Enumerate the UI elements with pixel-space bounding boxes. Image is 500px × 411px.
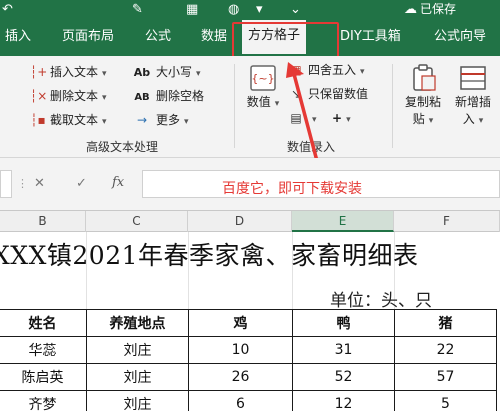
table-cell[interactable]: 10 — [188, 336, 293, 364]
cloud-icon: ☁ — [404, 2, 417, 17]
pin-icon[interactable]: ◍ — [228, 1, 239, 19]
chevron-down-icon: ▾ — [346, 115, 351, 125]
table-cell[interactable]: 华蕊 — [0, 336, 87, 364]
tab-formula-wizard[interactable]: 公式向导 — [434, 20, 486, 56]
undo-icon[interactable]: ↶ — [2, 1, 13, 19]
delete-space-icon: AB — [134, 92, 150, 103]
group-separator — [234, 64, 235, 148]
arrow-right-icon: → — [136, 113, 148, 127]
tab-formulas[interactable]: 公式 — [145, 20, 171, 56]
delete-text-button[interactable]: ┆× 删除文本 ▾ — [30, 88, 107, 106]
confirm-icon[interactable]: ✓ — [76, 176, 87, 191]
table-header-cell[interactable]: 猪 — [394, 309, 497, 337]
chevron-down-icon: ▾ — [102, 93, 107, 103]
table-row: 华蕊 刘庄 10 31 22 — [0, 336, 497, 364]
chevron-down-icon: ▾ — [478, 116, 484, 126]
fx-icon[interactable]: fx — [112, 175, 124, 190]
extract-text-button[interactable]: ┆▪ 截取文本 ▾ — [30, 112, 107, 130]
svg-text:{~}: {~} — [251, 72, 274, 85]
more-button[interactable]: → 更多 ▾ — [132, 112, 189, 130]
table-row: 齐梦 刘庄 6 12 5 — [0, 390, 497, 411]
data-table: 姓名 养殖地点 鸡 鸭 猪 华蕊 刘庄 10 31 22 陈启英 刘庄 26 5… — [0, 309, 497, 411]
delete-text-icon: ┆× — [30, 89, 48, 103]
insert-text-button[interactable]: ┆+ 插入文本 ▾ — [30, 64, 107, 82]
highlight-box — [232, 22, 339, 58]
chevron-down-icon: ▾ — [196, 69, 201, 79]
delete-space-button[interactable]: AB 删除空格 — [132, 88, 204, 106]
group-separator — [392, 64, 393, 148]
title-bar: ↶ ✎ ▦ ◍ ▾ ⌄ ☁ 已保存 — [0, 0, 500, 20]
tab-page-layout[interactable]: 页面布局 — [62, 20, 114, 56]
ribbon-body: ┆+ 插入文本 ▾ ┆× 删除文本 ▾ ┆▪ 截取文本 ▾ Ab 大小写 ▾ AB 删除空格 → 更… — [0, 56, 500, 158]
table-header-cell[interactable]: 养殖地点 — [86, 309, 189, 337]
table-row: 陈启英 刘庄 26 52 57 — [0, 363, 497, 391]
chevron-down-icon: ▾ — [428, 116, 434, 126]
name-box[interactable] — [0, 170, 12, 198]
table-cell[interactable]: 陈启英 — [0, 363, 87, 391]
table-cell[interactable]: 5 — [394, 390, 497, 411]
dropdown-icon[interactable]: ▾ — [256, 1, 263, 19]
value-button[interactable]: {~} 数值 ▾ — [246, 64, 280, 113]
table-header-row: 姓名 养殖地点 鸡 鸭 猪 — [0, 309, 497, 337]
column-header-c[interactable]: C — [86, 211, 188, 232]
table-header-cell[interactable]: 鸭 — [292, 309, 395, 337]
group-label-text: 高级文本处理 — [86, 140, 159, 154]
tab-diy-toolbox[interactable]: DIY工具箱 — [340, 20, 401, 56]
column-headers: B C D E F — [0, 210, 500, 232]
chevron-down-icon: ▾ — [274, 99, 280, 109]
case-icon: Ab — [133, 66, 151, 79]
table-cell[interactable]: 22 — [394, 336, 497, 364]
chevron-down-icon: ▾ — [102, 117, 107, 127]
chevron-down-icon: ▾ — [184, 117, 189, 127]
table-cell[interactable]: 52 — [292, 363, 395, 391]
table-cell[interactable]: 26 — [188, 363, 293, 391]
table-cell[interactable]: 6 — [188, 390, 293, 411]
chevron-down-icon: ▾ — [360, 67, 365, 77]
unit-label: 单位：头、只 — [330, 291, 432, 311]
chevron-icon[interactable]: ⌄ — [290, 1, 301, 19]
table-cell[interactable]: 齐梦 — [0, 390, 87, 411]
table-cell[interactable]: 12 — [292, 390, 395, 411]
table-cell[interactable]: 刘庄 — [86, 390, 189, 411]
insert-text-icon: ┆+ — [30, 65, 48, 79]
extract-text-icon: ┆▪ — [30, 113, 46, 127]
chevron-down-icon: ▾ — [102, 69, 107, 79]
tab-data[interactable]: 数据 — [201, 20, 227, 56]
column-header-f[interactable]: F — [394, 211, 500, 232]
drag-handle-icon[interactable]: ⋮ — [17, 177, 28, 190]
table-header-cell[interactable]: 姓名 — [0, 309, 87, 337]
format-painter-icon[interactable]: ✎ — [132, 1, 143, 19]
table-cell[interactable]: 刘庄 — [86, 336, 189, 364]
sheet-title: XXX镇2021年春季家禽、家畜明细表 — [0, 241, 419, 270]
case-button[interactable]: Ab 大小写 ▾ — [132, 64, 201, 82]
clipboard-icon — [413, 64, 436, 91]
column-header-b[interactable]: B — [0, 211, 86, 232]
table-cell[interactable]: 刘庄 — [86, 363, 189, 391]
tab-insert[interactable]: 插入 — [5, 20, 31, 56]
table-icon[interactable]: ▦ — [186, 1, 198, 19]
column-header-e[interactable]: E — [292, 211, 394, 232]
table-cell[interactable]: 31 — [292, 336, 395, 364]
table-header-cell[interactable]: 鸡 — [188, 309, 293, 337]
worksheet[interactable]: XXX镇2021年春季家禽、家畜明细表 单位：头、只 姓名 养殖地点 鸡 鸭 猪… — [0, 232, 500, 411]
cancel-icon[interactable]: ✕ — [34, 176, 45, 191]
insert-new-button[interactable]: 新增插 入 ▾ — [450, 64, 496, 130]
annotation-text: 百度它，即可下载安装 — [222, 181, 362, 197]
insert-rows-icon — [460, 66, 486, 90]
table-cell[interactable]: 57 — [394, 363, 497, 391]
save-status: 已保存 — [420, 2, 457, 16]
column-header-d[interactable]: D — [188, 211, 292, 232]
value-icon: {~} — [250, 65, 276, 91]
copy-paste-button[interactable]: 复制粘 贴 ▾ — [400, 64, 446, 130]
